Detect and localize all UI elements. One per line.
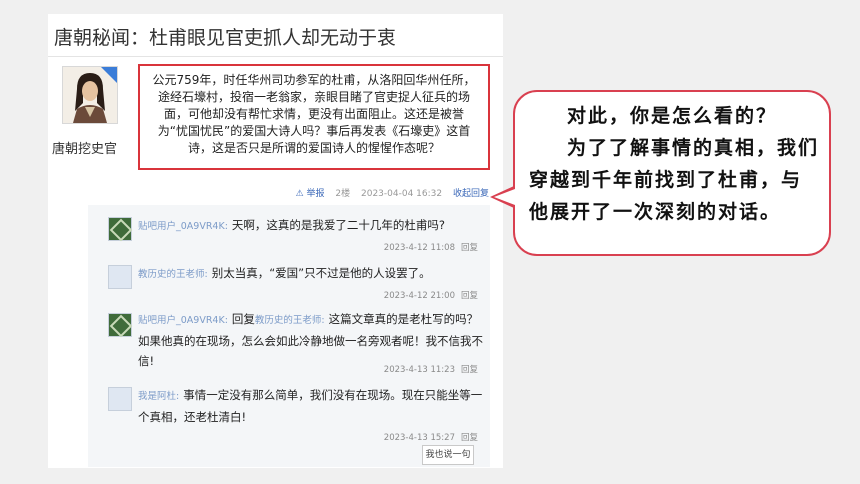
bubble-narration: 为了了解事情的真相，我们穿越到千年前找到了杜甫，与他展开了一次深刻的对话。 — [529, 137, 820, 223]
author-avatar[interactable] — [62, 66, 118, 124]
speech-bubble: 对此，你是怎么看的？ 为了了解事情的真相，我们穿越到千年前找到了杜甫，与他展开了… — [513, 90, 831, 256]
corner-badge — [101, 67, 117, 83]
user-avatar[interactable] — [108, 387, 132, 411]
say-something-button[interactable]: 我也说一句 — [422, 445, 474, 465]
post-content-box: 公元759年，时任华州司功参军的杜甫，从洛阳回华州任所，途经石壕村，投宿一老翁家… — [138, 64, 490, 170]
reply-list: 贴吧用户_0A9VR4K: 天啊，这真的是我爱了二十几年的杜甫吗? 2023-4-… — [88, 205, 490, 467]
forum-screenshot: 唐朝秘闻：杜甫眼见官吏抓人却无动于衷 唐朝挖史官 公元759年，时任华州司功参军… — [48, 14, 503, 468]
reply-username[interactable]: 贴吧用户_0A9VR4K: — [138, 221, 228, 232]
user-avatar[interactable] — [108, 313, 132, 337]
reply-username[interactable]: 贴吧用户_0A9VR4K: — [138, 315, 228, 326]
reply-username[interactable]: 我是阿杜: — [138, 391, 179, 402]
speech-bubble-tail-fill — [494, 189, 515, 205]
reply-item: 贴吧用户_0A9VR4K: 回复教历史的王老师: 这篇文章真的是老杜写的吗？如果他真… — [88, 309, 490, 375]
reply-meta: 2023-4-13 15:27 回复 — [384, 431, 478, 443]
reply-text: 天啊，这真的是我爱了二十几年的杜甫吗? — [231, 218, 446, 232]
user-avatar[interactable] — [108, 265, 132, 289]
reply-item: 贴吧用户_0A9VR4K: 天啊，这真的是我爱了二十几年的杜甫吗? 2023-4-… — [88, 211, 490, 253]
reply-item: 我是阿杜: 事情一定没有那么简单，我们没有在现场。现在只能坐等一个真相，还老杜清白… — [88, 381, 490, 445]
bubble-question: 对此，你是怎么看的？ — [567, 105, 778, 127]
reply-link[interactable]: 回复 — [461, 291, 478, 301]
reply-text: 别太当真，“爱国”只不过是他的人设罢了。 — [211, 266, 431, 280]
post-meta-row: ⚠ 举报 2楼 2023-04-04 16:32 收起回复 — [288, 186, 489, 199]
author-panel: 唐朝挖史官 — [48, 60, 130, 200]
reply-text-line: 我是阿杜: 事情一定没有那么简单，我们没有在现场。现在只能坐等一个真相，还老杜清白… — [138, 385, 483, 427]
reply-to-username[interactable]: 教历史的王老师: — [255, 315, 325, 326]
reply-time: 2023-4-12 21:00 — [383, 291, 455, 301]
reply-item: 教历史的王老师: 别太当真，“爱国”只不过是他的人设罢了。 2023-4-12 2… — [88, 261, 490, 301]
bubble-text: 对此，你是怎么看的？ 为了了解事情的真相，我们穿越到千年前找到了杜甫，与他展开了… — [529, 100, 821, 228]
reply-text-line: 教历史的王老师: 别太当真，“爱国”只不过是他的人设罢了。 — [138, 263, 483, 285]
reply-link[interactable]: 回复 — [461, 243, 478, 253]
report-label: 举报 — [306, 189, 325, 199]
reply-text: 事情一定没有那么简单，我们没有在现场。现在只能坐等一个真相，还老杜清白! — [138, 388, 483, 424]
reply-text-line: 贴吧用户_0A9VR4K: 回复教历史的王老师: 这篇文章真的是老杜写的吗？如果他真… — [138, 309, 483, 371]
user-avatar[interactable] — [108, 217, 132, 241]
post-time: 2023-04-04 16:32 — [361, 189, 443, 199]
collapse-replies-link[interactable]: 收起回复 — [453, 189, 489, 199]
reply-prefix: 回复 — [231, 312, 255, 326]
reply-time: 2023-4-13 11:23 — [383, 365, 455, 375]
reply-time: 2023-4-13 15:27 — [383, 433, 455, 443]
post-body: 公元759年，时任华州司功参军的杜甫，从洛阳回华州任所，途经石壕村，投宿一老翁家… — [152, 73, 476, 155]
reply-meta: 2023-4-12 11:08 回复 — [384, 241, 478, 253]
report-link[interactable]: ⚠ 举报 — [296, 189, 325, 199]
floor-number: 2楼 — [335, 189, 351, 199]
reply-meta: 2023-4-13 11:23 回复 — [384, 363, 478, 375]
reply-username[interactable]: 教历史的王老师: — [138, 269, 208, 280]
reply-link[interactable]: 回复 — [461, 433, 478, 443]
post-title: 唐朝秘闻：杜甫眼见官吏抓人却无动于衷 — [54, 27, 397, 49]
reply-link[interactable]: 回复 — [461, 365, 478, 375]
reply-time: 2023-4-12 11:08 — [383, 243, 455, 253]
author-name[interactable]: 唐朝挖史官 — [52, 138, 117, 157]
post-title-bar: 唐朝秘闻：杜甫眼见官吏抓人却无动于衷 — [48, 14, 503, 57]
reply-meta: 2023-4-12 21:00 回复 — [384, 289, 478, 301]
reply-text-line: 贴吧用户_0A9VR4K: 天啊，这真的是我爱了二十几年的杜甫吗? — [138, 215, 483, 237]
